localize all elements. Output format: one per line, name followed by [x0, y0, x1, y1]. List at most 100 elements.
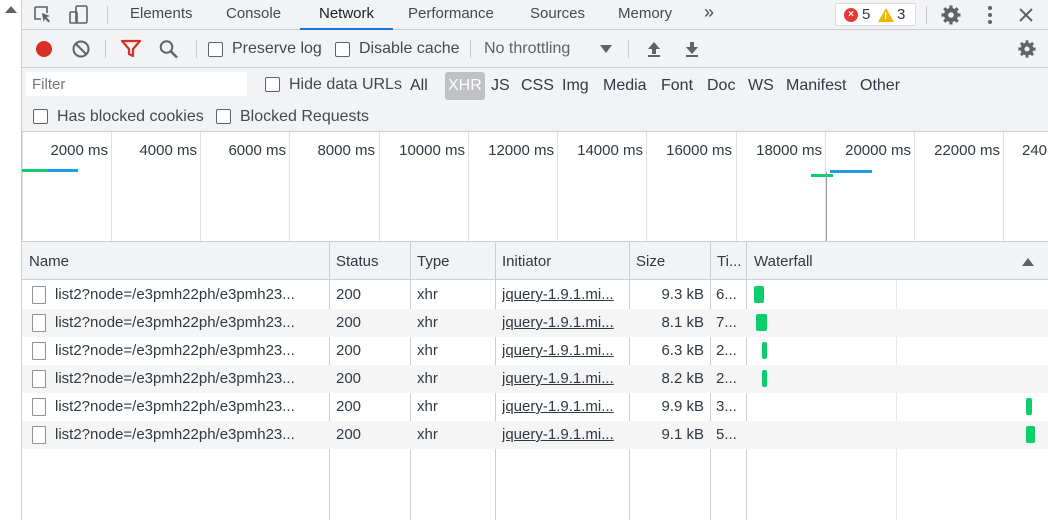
waterfall-bar[interactable]: [1026, 398, 1032, 415]
devtools-dock-gutter: [0, 0, 22, 520]
table-row[interactable]: list2?node=/e3pmh22ph/e3pmh23... 200 xhr…: [22, 393, 1048, 421]
hide-data-urls-label: Hide data URLs: [289, 76, 402, 93]
column-header-name[interactable]: Name: [22, 242, 69, 280]
has-blocked-cookies-checkbox[interactable]: [33, 109, 48, 124]
column-header-initiator[interactable]: Initiator: [495, 242, 551, 280]
chevron-down-icon[interactable]: [600, 45, 612, 53]
table-header: Name Status Type Initiator Size Ti... Wa…: [22, 242, 1048, 280]
network-overview-timeline[interactable]: 2000 ms 4000 ms 6000 ms 8000 ms 10000 ms…: [22, 132, 1048, 242]
document-icon: [32, 286, 46, 304]
network-request-table: Name Status Type Initiator Size Ti... Wa…: [22, 242, 1048, 520]
overview-marker: [826, 172, 827, 241]
request-time: 6...: [716, 286, 737, 303]
filter-type-img[interactable]: Img: [559, 72, 592, 100]
request-initiator-link[interactable]: jquery-1.9.1.mi...: [502, 281, 624, 309]
request-time: 5...: [716, 426, 737, 443]
tab-console[interactable]: Console: [226, 0, 281, 30]
more-tabs-button[interactable]: »: [704, 0, 714, 30]
filter-type-js[interactable]: JS: [488, 72, 513, 100]
waterfall-bar[interactable]: [756, 314, 767, 331]
kebab-menu-icon[interactable]: [978, 4, 1002, 26]
request-initiator-link[interactable]: jquery-1.9.1.mi...: [502, 337, 624, 365]
column-header-status[interactable]: Status: [329, 242, 379, 280]
import-har-icon[interactable]: [644, 39, 664, 63]
filter-type-css[interactable]: CSS: [518, 72, 557, 100]
tab-sources[interactable]: Sources: [530, 0, 585, 30]
devtools-tab-bar: Elements Console Network Performance Sou…: [22, 0, 1048, 30]
filter-type-ws[interactable]: WS: [745, 72, 777, 100]
waterfall-bar[interactable]: [1026, 426, 1035, 443]
filter-type-xhr[interactable]: XHR: [445, 72, 485, 100]
overview-tick: 18000 ms: [756, 142, 822, 159]
device-toolbar-icon[interactable]: [67, 4, 91, 26]
disable-cache-label: Disable cache: [359, 40, 460, 57]
search-icon[interactable]: [158, 39, 180, 63]
request-name: list2?node=/e3pmh22ph/e3pmh23...: [55, 286, 295, 303]
request-name: list2?node=/e3pmh22ph/e3pmh23...: [55, 314, 295, 331]
filter-type-doc[interactable]: Doc: [704, 72, 738, 100]
request-size: 9.9 kB: [661, 398, 704, 415]
settings-gear-icon[interactable]: [939, 4, 963, 26]
tab-network[interactable]: Network: [300, 0, 393, 30]
request-status: 200: [336, 314, 362, 331]
column-header-waterfall[interactable]: Waterfall: [747, 242, 813, 280]
inspect-element-icon[interactable]: [32, 4, 56, 26]
overview-tick: 8000 ms: [317, 142, 375, 159]
sort-ascending-icon[interactable]: [1022, 258, 1034, 266]
request-time: 2...: [716, 342, 737, 359]
overview-tick: 4000 ms: [139, 142, 197, 159]
table-row[interactable]: list2?node=/e3pmh22ph/e3pmh23... 200 xhr…: [22, 365, 1048, 393]
waterfall-bar[interactable]: [762, 370, 767, 387]
issues-counter[interactable]: × 5 ! 3: [835, 3, 916, 26]
table-row[interactable]: list2?node=/e3pmh22ph/e3pmh23... 200 xhr…: [22, 309, 1048, 337]
blocked-requests-checkbox[interactable]: [216, 109, 231, 124]
overview-tick: 14000 ms: [577, 142, 643, 159]
close-icon[interactable]: [1014, 4, 1038, 26]
filter-type-all[interactable]: All: [407, 72, 431, 100]
clear-icon[interactable]: [70, 38, 92, 64]
filter-input[interactable]: [26, 72, 247, 96]
overview-gridline: [1003, 132, 1004, 241]
document-icon: [32, 370, 46, 388]
column-header-type[interactable]: Type: [410, 242, 450, 280]
overview-tick: 12000 ms: [488, 142, 554, 159]
request-initiator-link[interactable]: jquery-1.9.1.mi...: [502, 309, 624, 337]
filter-type-font[interactable]: Font: [658, 72, 696, 100]
tab-memory[interactable]: Memory: [618, 0, 672, 30]
overview-bar: [48, 169, 78, 172]
overview-bar: [22, 169, 48, 172]
waterfall-bar[interactable]: [754, 286, 764, 303]
waterfall-bar[interactable]: [762, 342, 767, 359]
request-time: 7...: [716, 314, 737, 331]
table-row[interactable]: list2?node=/e3pmh22ph/e3pmh23... 200 xhr…: [22, 281, 1048, 309]
table-row[interactable]: list2?node=/e3pmh22ph/e3pmh23... 200 xhr…: [22, 421, 1048, 449]
export-har-icon[interactable]: [682, 39, 702, 63]
overview-tick: 10000 ms: [399, 142, 465, 159]
request-initiator-link[interactable]: jquery-1.9.1.mi...: [502, 393, 624, 421]
filter-type-media[interactable]: Media: [600, 72, 650, 100]
overview-tick: 22000 ms: [934, 142, 1000, 159]
column-header-size[interactable]: Size: [629, 242, 665, 280]
filter-funnel-icon[interactable]: [120, 39, 142, 63]
network-settings-gear-icon[interactable]: [1016, 39, 1038, 63]
disable-cache-checkbox[interactable]: [335, 42, 350, 57]
filter-type-other[interactable]: Other: [857, 72, 903, 100]
request-initiator-link[interactable]: jquery-1.9.1.mi...: [502, 365, 624, 393]
table-row[interactable]: list2?node=/e3pmh22ph/e3pmh23... 200 xhr…: [22, 337, 1048, 365]
request-name: list2?node=/e3pmh22ph/e3pmh23...: [55, 342, 295, 359]
record-button[interactable]: [36, 41, 52, 57]
request-initiator-link[interactable]: jquery-1.9.1.mi...: [502, 421, 624, 449]
tab-elements[interactable]: Elements: [130, 0, 193, 30]
tab-performance[interactable]: Performance: [408, 0, 494, 30]
filter-type-manifest[interactable]: Manifest: [783, 72, 849, 100]
request-time: 2...: [716, 370, 737, 387]
overview-gridline: [200, 132, 201, 241]
collapse-up-icon[interactable]: [5, 6, 17, 13]
request-name: list2?node=/e3pmh22ph/e3pmh23...: [55, 426, 295, 443]
throttling-select[interactable]: No throttling: [484, 40, 570, 58]
column-header-time[interactable]: Ti...: [710, 242, 741, 280]
overview-gridline: [289, 132, 290, 241]
preserve-log-checkbox[interactable]: [208, 42, 223, 57]
hide-data-urls-checkbox[interactable]: [265, 77, 280, 92]
filter-bar: Hide data URLs All XHR JS CSS Img Media …: [22, 68, 1048, 132]
